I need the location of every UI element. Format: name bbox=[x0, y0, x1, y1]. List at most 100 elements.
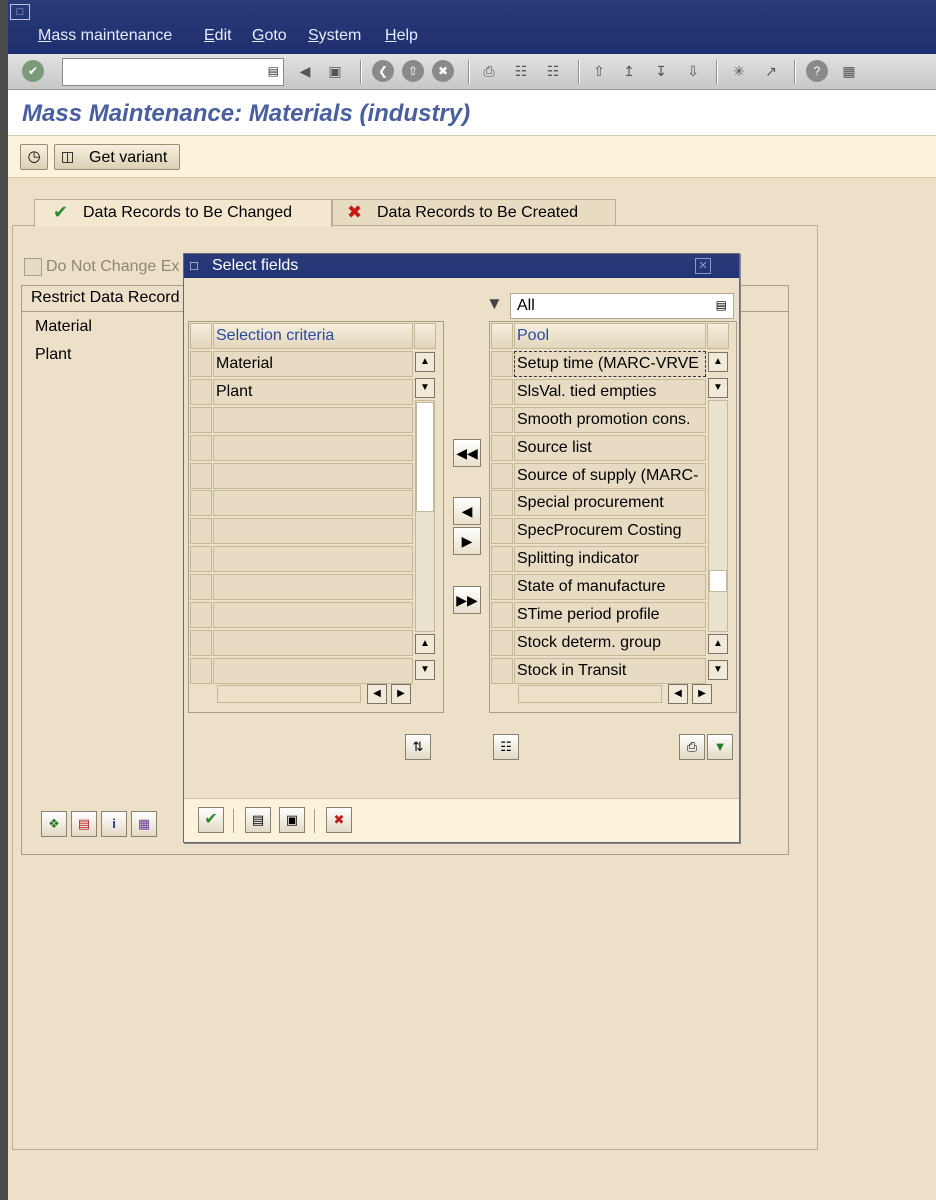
table-row-empty[interactable] bbox=[213, 518, 413, 544]
row-selector[interactable] bbox=[190, 574, 212, 600]
row-selector[interactable] bbox=[190, 546, 212, 572]
menu-edit[interactable]: Edit bbox=[204, 27, 232, 45]
filter-dropdown[interactable]: All ▤ bbox=[510, 293, 734, 319]
previous-page-icon[interactable]: ↥ bbox=[618, 60, 640, 82]
table-row[interactable]: SlsVal. tied empties bbox=[514, 379, 706, 405]
table-row[interactable]: STime period profile bbox=[514, 602, 706, 628]
table-row-empty[interactable] bbox=[213, 407, 413, 433]
sort-icon[interactable]: ⇅ bbox=[405, 734, 431, 760]
move-all-right-button[interactable]: ▶▶ bbox=[453, 586, 481, 614]
table-row[interactable]: Stock determ. group bbox=[514, 630, 706, 656]
table-row[interactable]: Smooth promotion cons. bbox=[514, 407, 706, 433]
table-row-empty[interactable] bbox=[213, 658, 413, 684]
scroll-page-up-icon[interactable]: ▲ bbox=[708, 634, 728, 654]
execute-button[interactable]: ◷ bbox=[20, 144, 48, 170]
scroll-up-icon[interactable]: ▲ bbox=[415, 352, 435, 372]
row-selector[interactable] bbox=[491, 351, 513, 377]
scroll-thumb[interactable] bbox=[416, 402, 434, 512]
cancel-icon[interactable]: ✖ bbox=[432, 60, 454, 82]
move-left-button[interactable]: ◀ bbox=[453, 497, 481, 525]
command-history-icon[interactable]: ▤ bbox=[268, 64, 279, 78]
help-icon[interactable]: ? bbox=[806, 60, 828, 82]
select-fields-icon[interactable]: ❖ bbox=[41, 811, 67, 837]
scroll-page-down-icon[interactable]: ▼ bbox=[708, 660, 728, 680]
confirm-check-icon[interactable]: ✔ bbox=[198, 807, 224, 833]
scroll-up-icon[interactable]: ▲ bbox=[708, 352, 728, 372]
dialog-close-icon[interactable]: ✕ bbox=[695, 258, 711, 274]
menu-mass-maintenance[interactable]: Mass maintenance bbox=[38, 27, 172, 45]
table-row-empty[interactable] bbox=[213, 435, 413, 461]
scroll-left-icon[interactable]: ◀ bbox=[668, 684, 688, 704]
row-selector[interactable] bbox=[190, 435, 212, 461]
get-template-icon[interactable]: ▣ bbox=[279, 807, 305, 833]
column-settings-cell[interactable] bbox=[414, 323, 436, 349]
first-page-icon[interactable]: ⇧ bbox=[588, 60, 610, 82]
table-row[interactable]: SpecProcurem Costing bbox=[514, 518, 706, 544]
table-row[interactable]: Source of supply (MARC- bbox=[514, 463, 706, 489]
table-row-empty[interactable] bbox=[213, 546, 413, 572]
column-header[interactable]: Pool bbox=[514, 323, 706, 349]
row-selector[interactable] bbox=[491, 490, 513, 516]
scroll-left-icon[interactable]: ◀ bbox=[367, 684, 387, 704]
row-selector[interactable] bbox=[491, 407, 513, 433]
enter-icon[interactable]: ✔ bbox=[22, 60, 44, 82]
print-icon[interactable]: ⎙ bbox=[478, 60, 500, 82]
h-scroll-track[interactable] bbox=[217, 685, 361, 703]
print-list-icon[interactable]: ⎙ bbox=[679, 734, 705, 760]
find-next-icon[interactable]: ☷ bbox=[542, 60, 564, 82]
delete-fields-icon[interactable]: ▤ bbox=[71, 811, 97, 837]
search-icon[interactable]: ☷ bbox=[493, 734, 519, 760]
new-session-icon[interactable]: ✳ bbox=[728, 60, 750, 82]
table-row-empty[interactable] bbox=[213, 574, 413, 600]
row-selector[interactable] bbox=[491, 546, 513, 572]
row-selector[interactable] bbox=[190, 463, 212, 489]
row-selector[interactable] bbox=[491, 518, 513, 544]
row-selector[interactable] bbox=[491, 630, 513, 656]
row-selector[interactable] bbox=[190, 630, 212, 656]
get-variant-button[interactable]: ◫ Get variant bbox=[54, 144, 180, 170]
scroll-track[interactable] bbox=[708, 400, 728, 632]
dialog-cancel-icon[interactable]: ✖ bbox=[326, 807, 352, 833]
info-icon[interactable]: i bbox=[101, 811, 127, 837]
menu-help[interactable]: Help bbox=[385, 27, 418, 45]
system-menu-icon[interactable]: □ bbox=[10, 4, 30, 20]
table-row-empty[interactable] bbox=[213, 463, 413, 489]
row-selector[interactable] bbox=[491, 463, 513, 489]
move-all-left-button[interactable]: ◀◀ bbox=[453, 439, 481, 467]
row-selector[interactable] bbox=[190, 658, 212, 684]
table-row-empty[interactable] bbox=[213, 630, 413, 656]
row-selector[interactable] bbox=[491, 658, 513, 684]
table-row[interactable]: Source list bbox=[514, 435, 706, 461]
table-row[interactable]: Plant bbox=[213, 379, 413, 405]
last-page-icon[interactable]: ⇩ bbox=[682, 60, 704, 82]
next-page-icon[interactable]: ↧ bbox=[650, 60, 672, 82]
find-icon[interactable]: ☷ bbox=[510, 60, 532, 82]
table-row[interactable]: Material bbox=[213, 351, 413, 377]
table-row-empty[interactable] bbox=[213, 490, 413, 516]
table-row[interactable]: Stock in Transit bbox=[514, 658, 706, 684]
table-row[interactable]: Setup time (MARC-VRVE bbox=[514, 351, 706, 377]
do-not-change-checkbox[interactable] bbox=[24, 258, 42, 276]
table-row-empty[interactable] bbox=[213, 602, 413, 628]
move-right-button[interactable]: ▶ bbox=[453, 527, 481, 555]
save-icon[interactable]: ▣ bbox=[324, 60, 346, 82]
tab-data-records-changed[interactable]: ✔ Data Records to Be Changed bbox=[34, 199, 332, 227]
scroll-right-icon[interactable]: ▶ bbox=[692, 684, 712, 704]
table-row[interactable]: State of manufacture bbox=[514, 574, 706, 600]
exit-icon[interactable]: ⇧ bbox=[402, 60, 424, 82]
table-row[interactable]: Splitting indicator bbox=[514, 546, 706, 572]
back-icon[interactable]: ❮ bbox=[372, 60, 394, 82]
table-settings-icon[interactable]: ▦ bbox=[131, 811, 157, 837]
layout-menu-icon[interactable]: ▦ bbox=[838, 60, 860, 82]
column-header[interactable]: Selection criteria bbox=[213, 323, 413, 349]
row-selector[interactable] bbox=[491, 379, 513, 405]
table-row[interactable]: Special procurement bbox=[514, 490, 706, 516]
tab-data-records-created[interactable]: ✖ Data Records to Be Created bbox=[332, 199, 616, 225]
scroll-down-icon[interactable]: ▼ bbox=[415, 378, 435, 398]
menu-system[interactable]: System bbox=[308, 27, 361, 45]
scroll-thumb[interactable] bbox=[709, 570, 727, 592]
row-selector[interactable] bbox=[190, 602, 212, 628]
save-as-variant-icon[interactable]: ▤ bbox=[245, 807, 271, 833]
h-scroll-track[interactable] bbox=[518, 685, 662, 703]
row-selector[interactable] bbox=[190, 518, 212, 544]
